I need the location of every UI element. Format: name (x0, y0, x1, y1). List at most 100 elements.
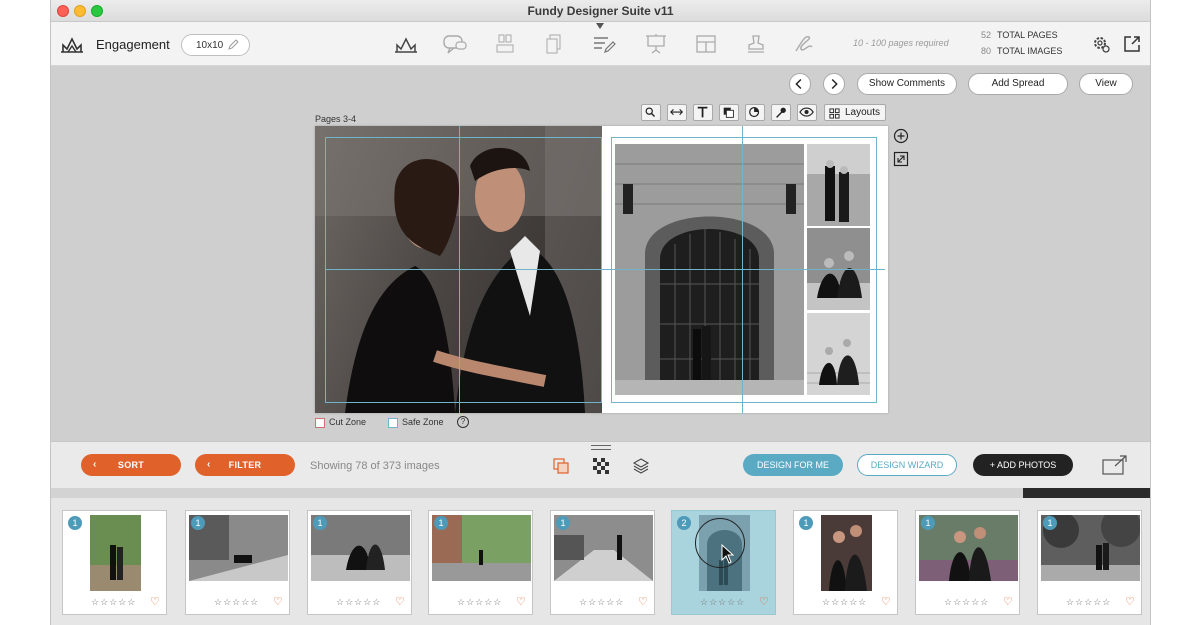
star-rating[interactable]: ☆☆☆☆☆ (944, 597, 989, 608)
total-images-count: 80 (981, 46, 992, 56)
text-icon (697, 106, 708, 118)
chat-mode-icon[interactable] (442, 33, 468, 55)
filmstrip-card[interactable]: 1 ☆☆☆☆☆ ♡ (550, 510, 655, 615)
add-spread-button[interactable]: Add Spread (968, 73, 1068, 95)
filter-button[interactable]: ‹ FILTER (195, 454, 295, 476)
panel-resize-handle[interactable] (591, 445, 611, 450)
usage-badge: 1 (434, 516, 448, 530)
star-rating[interactable]: ☆☆☆☆☆ (700, 597, 745, 608)
favorite-heart-icon[interactable]: ♡ (516, 595, 526, 608)
eyedropper-tool-button[interactable] (771, 104, 791, 121)
album-size-selector[interactable]: 10x10 (181, 34, 250, 56)
star-rating[interactable]: ☆☆☆☆☆ (822, 597, 867, 608)
previous-spread-button[interactable] (789, 73, 811, 95)
sign-mode-icon[interactable] (791, 33, 817, 55)
cards-mode-icon[interactable] (541, 33, 567, 55)
layers-stack-icon[interactable] (632, 457, 650, 475)
photo-stack-icon[interactable] (552, 457, 570, 475)
filmstrip-card[interactable]: 1 ☆☆☆☆☆ ♡ (1037, 510, 1142, 615)
safe-zone-guide (876, 137, 877, 403)
arrange-tool-button[interactable] (719, 104, 739, 121)
zone-help-icon[interactable]: ? (457, 416, 469, 428)
layout-mode-icon[interactable] (693, 33, 719, 55)
eye-icon (799, 107, 814, 117)
stamp-mode-icon[interactable] (743, 33, 769, 55)
preview-tool-button[interactable] (797, 104, 817, 121)
color-tool-button[interactable] (745, 104, 765, 121)
checker-grid-icon[interactable] (592, 457, 610, 475)
zoom-in-icon[interactable] (893, 128, 909, 144)
filmstrip-card[interactable]: 1 ☆☆☆☆☆ ♡ (793, 510, 898, 615)
usage-badge: 1 (921, 516, 935, 530)
star-rating[interactable]: ☆☆☆☆☆ (214, 597, 259, 608)
add-photos-button[interactable]: + ADD PHOTOS (973, 454, 1073, 476)
favorite-heart-icon[interactable]: ♡ (150, 595, 160, 608)
filmstrip-card[interactable]: 1 ☆☆☆☆☆ ♡ (307, 510, 412, 615)
wall-mode-icon[interactable] (493, 33, 519, 55)
cut-zone-label: Cut Zone (329, 417, 367, 427)
photo-couple-steps[interactable] (807, 313, 870, 395)
filmstrip-card[interactable]: 1 ☆☆☆☆☆ ♡ (62, 510, 167, 615)
text-tool-button[interactable] (693, 104, 713, 121)
show-comments-button[interactable]: Show Comments (857, 73, 957, 95)
chevron-left-icon: ‹ (207, 459, 211, 470)
star-rating[interactable]: ☆☆☆☆☆ (457, 597, 502, 608)
favorite-heart-icon[interactable]: ♡ (1003, 595, 1013, 608)
view-button[interactable]: View (1079, 73, 1133, 95)
favorite-heart-icon[interactable]: ♡ (1125, 595, 1135, 608)
favorite-heart-icon[interactable]: ♡ (638, 595, 648, 608)
filmstrip-card[interactable]: 1 ☆☆☆☆☆ ♡ (428, 510, 533, 615)
presentation-mode-icon[interactable] (643, 33, 669, 55)
filmstrip-card[interactable]: 1 ☆☆☆☆☆ ♡ (185, 510, 290, 615)
layouts-label: Layouts (845, 107, 881, 118)
cut-zone-swatch[interactable] (315, 418, 325, 428)
favorite-heart-icon[interactable]: ♡ (759, 595, 769, 608)
design-for-me-button[interactable]: DESIGN FOR ME (743, 454, 843, 476)
usage-badge: 1 (313, 516, 327, 530)
album-spread[interactable] (315, 126, 888, 413)
star-rating[interactable]: ☆☆☆☆☆ (1066, 597, 1111, 608)
drag-cursor-ring (695, 518, 745, 568)
favorite-heart-icon[interactable]: ♡ (395, 595, 405, 608)
usage-badge: 1 (191, 516, 205, 530)
center-guide-vertical (742, 126, 743, 413)
safe-zone-swatch[interactable] (388, 418, 398, 428)
star-rating[interactable]: ☆☆☆☆☆ (91, 597, 136, 608)
chevron-left-icon (795, 78, 802, 90)
pencil-icon (228, 39, 239, 50)
swap-tool-button[interactable] (667, 104, 687, 121)
sort-label: SORT (117, 460, 145, 470)
favorite-heart-icon[interactable]: ♡ (881, 595, 891, 608)
edit-mode-icon[interactable] (591, 33, 617, 55)
filmstrip-scrollbar-thumb[interactable] (1023, 488, 1150, 498)
filmstrip-card[interactable]: 1 ☆☆☆☆☆ ♡ (915, 510, 1020, 615)
next-spread-button[interactable] (823, 73, 845, 95)
total-images-label: TOTAL IMAGES (997, 46, 1063, 56)
star-rating[interactable]: ☆☆☆☆☆ (579, 597, 624, 608)
thumbnail-image (821, 515, 872, 591)
fullscreen-icon[interactable] (893, 151, 909, 167)
favorite-heart-icon[interactable]: ♡ (273, 595, 283, 608)
chevron-right-icon (831, 78, 838, 90)
safe-zone-guide (611, 137, 876, 138)
project-name[interactable]: Engagement (96, 37, 170, 52)
fundy-logo-icon[interactable] (59, 34, 85, 54)
main-toolbar: Engagement 10x10 10 - 100 pages required… (51, 22, 1150, 66)
filmstrip: 1 ☆☆☆☆☆ ♡ 1 ☆☆☆☆☆ ♡ 1 ☆☆☆☆☆ ♡ 1 ☆☆☆☆☆ ♡ … (51, 498, 1150, 625)
design-wizard-button[interactable]: DESIGN WIZARD (857, 454, 957, 476)
layouts-button[interactable]: Layouts (824, 104, 886, 121)
chevron-left-icon: ‹ (93, 459, 97, 470)
usage-badge: 1 (799, 516, 813, 530)
safe-zone-guide (611, 402, 876, 403)
settings-gear-icon[interactable] (1091, 34, 1111, 54)
sort-button[interactable]: ‹ SORT (81, 454, 181, 476)
export-icon[interactable] (1122, 34, 1142, 54)
star-rating[interactable]: ☆☆☆☆☆ (336, 597, 381, 608)
expand-panel-icon[interactable] (1101, 454, 1129, 476)
filmstrip-scrollbar-track[interactable] (51, 488, 1150, 498)
zoom-tool-button[interactable] (641, 104, 661, 121)
filmstrip-card-selected[interactable]: 2 ☆☆☆☆☆ ♡ (671, 510, 776, 615)
usage-badge: 2 (677, 516, 691, 530)
photo-couple-standing[interactable] (807, 144, 870, 226)
album-mode-icon[interactable] (393, 33, 419, 55)
